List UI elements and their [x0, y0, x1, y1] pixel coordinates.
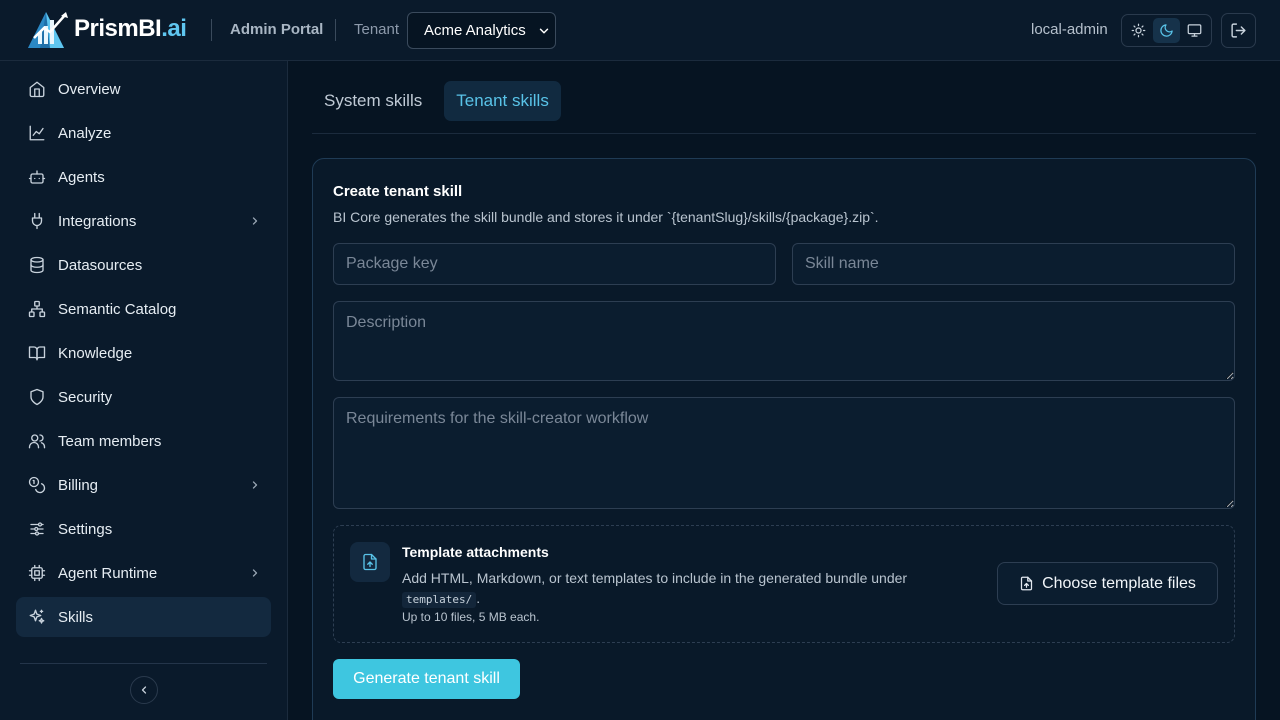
- dark-theme-button[interactable]: [1153, 18, 1180, 43]
- brand-name: PrismBI.ai: [74, 15, 187, 43]
- skills-tabs: System skills Tenant skills: [312, 81, 561, 121]
- header-divider: [335, 19, 336, 41]
- chevron-right-icon: [252, 481, 258, 489]
- sidebar-item-knowledge[interactable]: Knowledge: [16, 333, 271, 373]
- tab-system-skills[interactable]: System skills: [312, 81, 434, 121]
- network-icon: [28, 300, 46, 318]
- line-chart-icon: [29, 125, 45, 141]
- sidebar-item-label: Analyze: [58, 124, 112, 142]
- bot-icon: [28, 170, 46, 184]
- sidebar-item-integrations[interactable]: Integrations: [16, 201, 271, 241]
- sidebar-item-team-members[interactable]: Team members: [16, 421, 271, 461]
- attachments-description: Add HTML, Markdown, or text templates to…: [402, 568, 962, 608]
- header-divider: [211, 19, 212, 41]
- chevron-right-icon: [252, 217, 258, 225]
- home-icon: [29, 81, 45, 98]
- choose-template-files-button[interactable]: Choose template files: [997, 562, 1218, 605]
- choose-template-files-label: Choose template files: [1042, 574, 1196, 592]
- create-skill-card: Create tenant skill BI Core generates th…: [312, 158, 1256, 720]
- templates-path-code: templates/: [402, 592, 477, 608]
- file-plus-icon: [1020, 576, 1033, 591]
- sidebar-item-label: Skills: [58, 608, 94, 626]
- chevron-down-icon: [539, 28, 549, 34]
- sidebar-item-analyze[interactable]: Analyze: [16, 113, 271, 153]
- plug-icon: [31, 212, 43, 230]
- moon-icon: [1160, 24, 1173, 37]
- sidebar-item-billing[interactable]: Billing: [16, 465, 271, 505]
- sidebar-item-label: Datasources: [58, 256, 143, 274]
- user-name[interactable]: local-admin: [1031, 21, 1108, 38]
- sidebar-item-label: Team members: [58, 432, 162, 450]
- logout-button[interactable]: [1221, 13, 1256, 48]
- system-theme-button[interactable]: [1182, 18, 1208, 43]
- coins-icon: [28, 476, 46, 494]
- book-icon: [28, 346, 46, 361]
- users-icon: [28, 434, 46, 449]
- sidebar-item-skills[interactable]: Skills: [16, 597, 271, 637]
- skill-name-input[interactable]: [792, 243, 1235, 285]
- attachments-title: Template attachments: [402, 544, 549, 560]
- shield-icon: [30, 388, 44, 406]
- chevron-right-icon: [252, 569, 258, 577]
- sidebar-item-security[interactable]: Security: [16, 377, 271, 417]
- collapse-sidebar-button[interactable]: [130, 676, 158, 704]
- sidebar-item-label: Agent Runtime: [58, 564, 158, 582]
- attachments-path-suffix: .: [476, 590, 481, 606]
- cpu-icon: [28, 564, 46, 582]
- sidebar-item-label: Agents: [58, 168, 105, 186]
- file-upload-icon-box: [350, 542, 390, 582]
- brand-suffix-text: .ai: [161, 15, 187, 42]
- sidebar-item-label: Overview: [58, 80, 121, 98]
- sparkles-icon: [29, 609, 45, 624]
- sidebar-item-label: Integrations: [58, 212, 137, 230]
- sun-icon: [1131, 23, 1146, 38]
- monitor-icon: [1187, 24, 1202, 37]
- template-attachments-dropzone[interactable]: Template attachments Add HTML, Markdown,…: [333, 525, 1235, 643]
- attachments-limit: Up to 10 files, 5 MB each.: [402, 610, 540, 624]
- logo[interactable]: PrismBI.ai: [24, 8, 187, 50]
- prism-logo-icon: [28, 12, 68, 48]
- logout-icon: [1231, 23, 1246, 38]
- generate-tenant-skill-button[interactable]: Generate tenant skill: [333, 659, 520, 699]
- package-key-input[interactable]: [333, 243, 776, 285]
- sidebar-item-label: Billing: [58, 476, 99, 494]
- requirements-textarea[interactable]: [333, 397, 1235, 509]
- brand-main-text: PrismBI: [74, 15, 162, 42]
- sidebar: Overview Analyze Agents Integrations Dat…: [0, 61, 288, 720]
- card-title: Create tenant skill: [333, 183, 463, 200]
- sidebar-item-label: Knowledge: [58, 344, 133, 362]
- card-subtitle: BI Core generates the skill bundle and s…: [333, 209, 879, 225]
- sidebar-item-label: Settings: [58, 520, 113, 538]
- sidebar-item-agent-runtime[interactable]: Agent Runtime: [16, 553, 271, 593]
- sliders-icon: [30, 522, 44, 536]
- top-header: PrismBI.ai Admin Portal Tenant Acme Anal…: [0, 0, 1280, 61]
- portal-label: Admin Portal: [230, 21, 324, 38]
- tenant-select[interactable]: Acme Analytics: [407, 12, 556, 49]
- file-upload-icon: [363, 553, 377, 571]
- database-icon: [30, 256, 44, 274]
- light-theme-button[interactable]: [1125, 18, 1151, 43]
- sidebar-item-agents[interactable]: Agents: [16, 157, 271, 197]
- sidebar-divider: [20, 663, 267, 664]
- theme-switcher: [1121, 14, 1212, 47]
- sidebar-item-settings[interactable]: Settings: [16, 509, 271, 549]
- sidebar-item-label: Semantic Catalog: [58, 300, 177, 318]
- chevron-left-icon: [141, 686, 147, 694]
- tabs-divider: [312, 133, 1256, 134]
- sidebar-item-overview[interactable]: Overview: [16, 69, 271, 109]
- sidebar-item-label: Security: [58, 388, 113, 406]
- sidebar-item-semantic-catalog[interactable]: Semantic Catalog: [16, 289, 271, 329]
- tenant-select-value: Acme Analytics: [424, 22, 526, 39]
- attachments-description-text: Add HTML, Markdown, or text templates to…: [402, 570, 908, 586]
- description-textarea[interactable]: [333, 301, 1235, 381]
- tab-tenant-skills[interactable]: Tenant skills: [444, 81, 561, 121]
- sidebar-item-datasources[interactable]: Datasources: [16, 245, 271, 285]
- tenant-label: Tenant: [354, 21, 400, 38]
